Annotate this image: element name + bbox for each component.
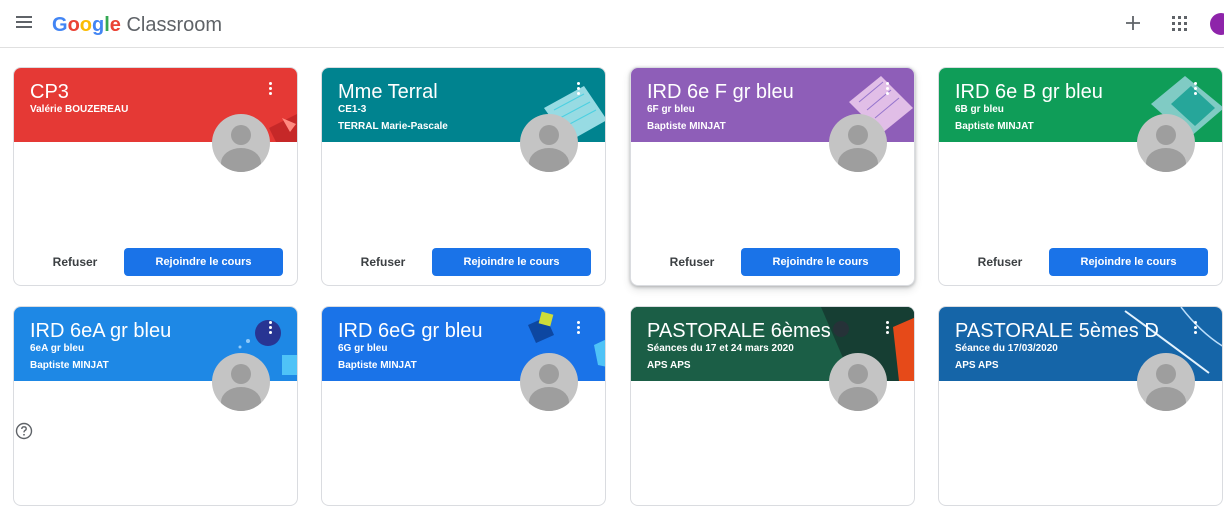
- join-course-button[interactable]: Rejoindre le cours: [741, 248, 900, 276]
- more-options-icon[interactable]: [884, 82, 890, 98]
- card-subtitle: Séances du 17 et 24 mars 2020: [647, 343, 794, 354]
- teacher-avatar: [212, 353, 270, 411]
- card-owner: Valérie BOUZEREAU: [30, 104, 129, 115]
- more-options-icon[interactable]: [575, 321, 581, 337]
- teacher-avatar: [1137, 114, 1195, 172]
- card-owner: APS APS: [955, 360, 999, 371]
- card-title[interactable]: IRD 6e B gr bleu: [955, 80, 1185, 104]
- card-subtitle: 6G gr bleu: [338, 343, 388, 354]
- card-owner: TERRAL Marie-Pascale: [338, 121, 448, 132]
- join-course-button[interactable]: Rejoindre le cours: [432, 248, 591, 276]
- card-title[interactable]: CP3: [30, 80, 260, 104]
- app-header: Google Classroom: [0, 0, 1224, 48]
- class-card[interactable]: IRD 6e F gr bleu 6F gr bleu Baptiste MIN…: [630, 67, 915, 286]
- decline-button[interactable]: Refuser: [965, 248, 1035, 276]
- more-options-icon[interactable]: [267, 82, 273, 98]
- card-title[interactable]: PASTORALE 6èmes: [647, 319, 877, 343]
- class-card[interactable]: IRD 6eG gr bleu 6G gr bleu Baptiste MINJ…: [321, 306, 606, 506]
- card-title[interactable]: PASTORALE 5èmes D: [955, 319, 1185, 343]
- card-title[interactable]: IRD 6e F gr bleu: [647, 80, 877, 104]
- plus-icon[interactable]: [1122, 12, 1144, 34]
- more-options-icon[interactable]: [1192, 321, 1198, 337]
- brand-google: Google: [52, 14, 121, 36]
- card-owner: Baptiste MINJAT: [30, 360, 109, 371]
- teacher-avatar: [1137, 353, 1195, 411]
- card-title[interactable]: Mme Terral: [338, 80, 568, 104]
- more-options-icon[interactable]: [267, 321, 273, 337]
- decline-button[interactable]: Refuser: [348, 248, 418, 276]
- card-owner: APS APS: [647, 360, 691, 371]
- card-subtitle: 6F gr bleu: [647, 104, 695, 115]
- card-owner: Baptiste MINJAT: [338, 360, 417, 371]
- teacher-avatar: [520, 114, 578, 172]
- card-subtitle: 6B gr bleu: [955, 104, 1004, 115]
- decline-button[interactable]: Refuser: [40, 248, 110, 276]
- app-logo[interactable]: Google Classroom: [52, 13, 222, 37]
- more-options-icon[interactable]: [575, 82, 581, 98]
- join-course-button[interactable]: Rejoindre le cours: [124, 248, 283, 276]
- card-subtitle: CE1-3: [338, 104, 367, 115]
- teacher-avatar: [212, 114, 270, 172]
- card-owner: Baptiste MINJAT: [647, 121, 726, 132]
- class-card[interactable]: IRD 6eA gr bleu 6eA gr bleu Baptiste MIN…: [13, 306, 298, 506]
- card-owner: Baptiste MINJAT: [955, 121, 1034, 132]
- menu-icon[interactable]: [16, 16, 32, 30]
- teacher-avatar: [520, 353, 578, 411]
- card-subtitle: 6eA gr bleu: [30, 343, 85, 354]
- account-avatar[interactable]: [1210, 13, 1224, 35]
- decline-button[interactable]: Refuser: [657, 248, 727, 276]
- card-title[interactable]: IRD 6eG gr bleu: [338, 319, 568, 343]
- teacher-avatar: [829, 114, 887, 172]
- card-title[interactable]: IRD 6eA gr bleu: [30, 319, 260, 343]
- brand-product: Classroom: [126, 14, 223, 36]
- class-card[interactable]: Mme Terral CE1-3 TERRAL Marie-Pascale Re…: [321, 67, 606, 286]
- apps-icon[interactable]: [1172, 16, 1188, 32]
- class-card[interactable]: PASTORALE 5èmes D Séance du 17/03/2020 A…: [938, 306, 1223, 506]
- help-icon[interactable]: [15, 422, 33, 440]
- teacher-avatar: [829, 353, 887, 411]
- more-options-icon[interactable]: [1192, 82, 1198, 98]
- class-card[interactable]: CP3 Valérie BOUZEREAU Refuser Rejoindre …: [13, 67, 298, 286]
- class-card[interactable]: IRD 6e B gr bleu 6B gr bleu Baptiste MIN…: [938, 67, 1223, 286]
- join-course-button[interactable]: Rejoindre le cours: [1049, 248, 1208, 276]
- card-subtitle: Séance du 17/03/2020: [955, 343, 1058, 354]
- class-card[interactable]: PASTORALE 6èmes Séances du 17 et 24 mars…: [630, 306, 915, 506]
- more-options-icon[interactable]: [884, 321, 890, 337]
